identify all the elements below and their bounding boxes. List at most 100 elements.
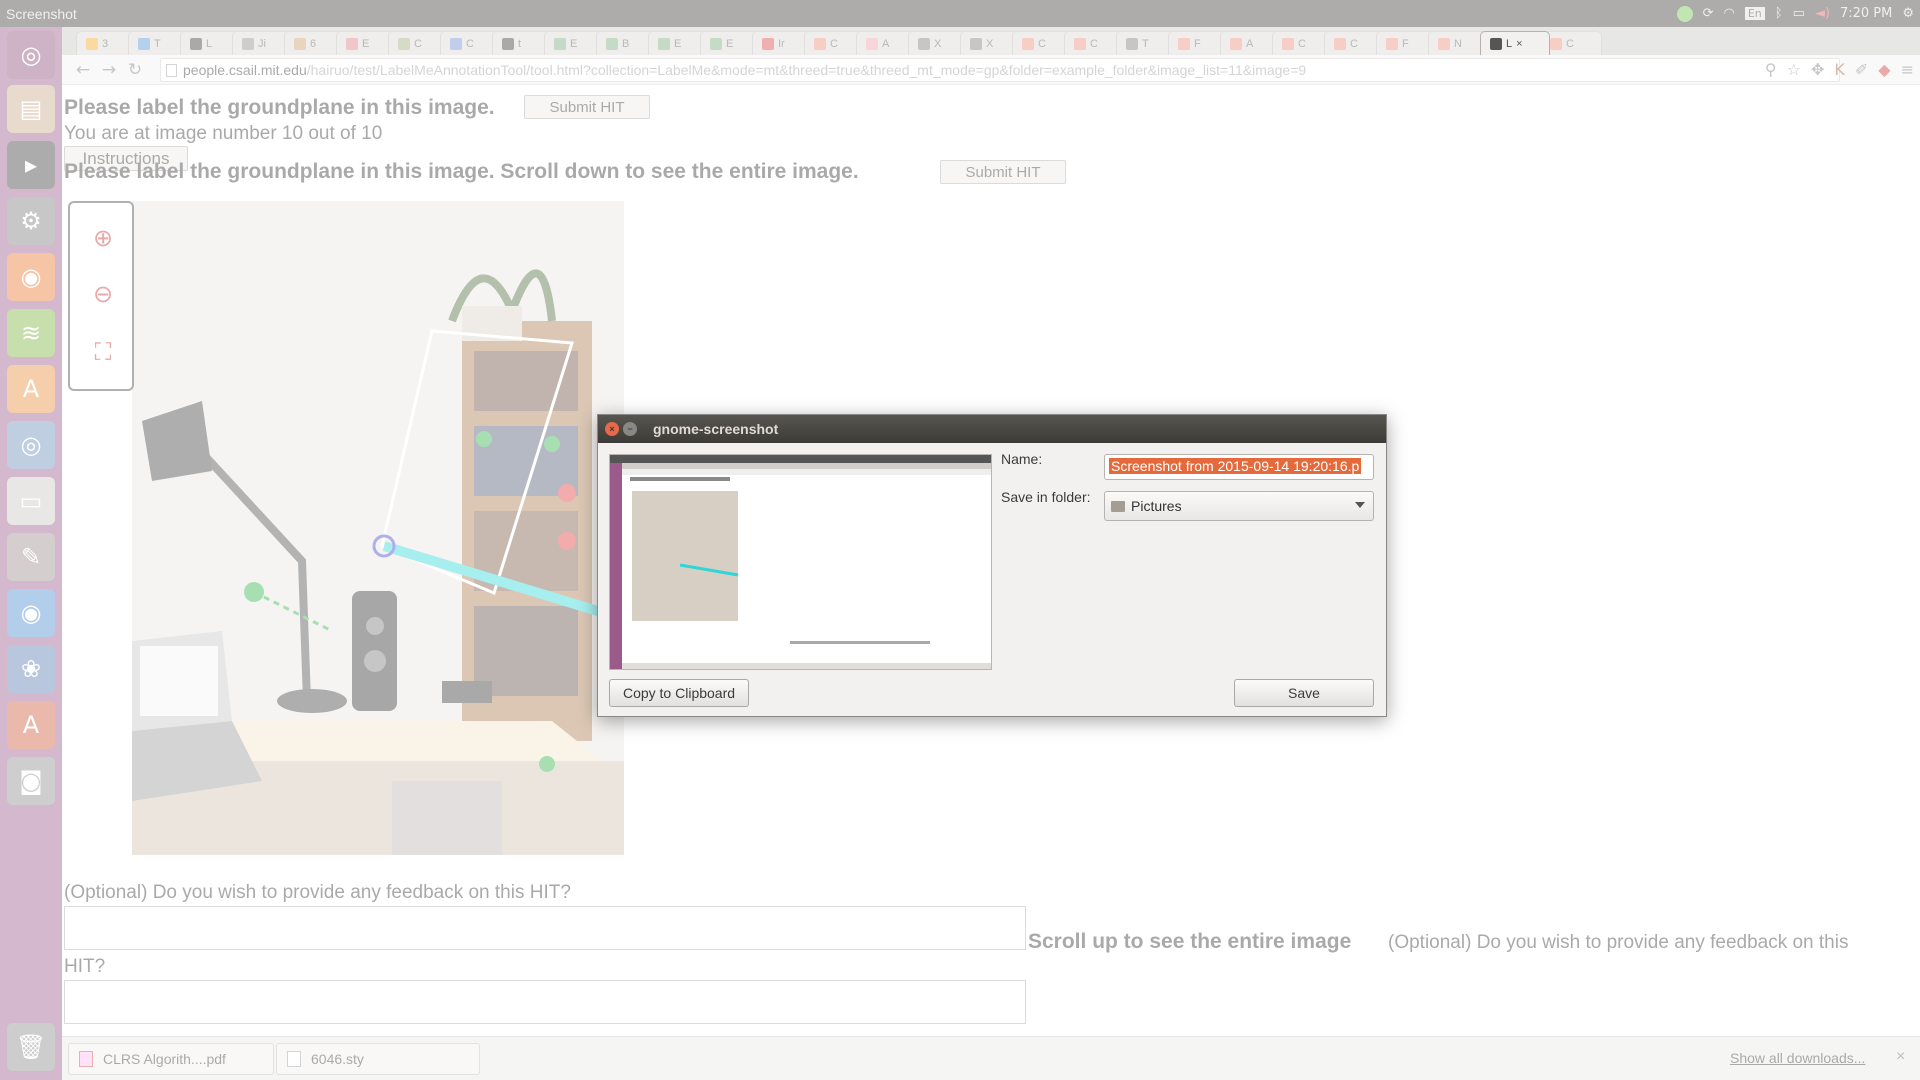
chevron-down-icon: [1355, 502, 1365, 508]
chromium-icon[interactable]: ◎: [7, 421, 55, 469]
tab-favicon-icon: [1074, 37, 1086, 50]
tab-favicon-icon: [86, 37, 98, 50]
fit-image-icon[interactable]: ⛶: [84, 331, 122, 373]
red-handle[interactable]: [558, 532, 576, 550]
annotation-image[interactable]: [132, 201, 624, 855]
tab-label: C: [1090, 37, 1098, 50]
image-counter: You are at image number 10 out of 10: [64, 123, 383, 144]
updater-icon[interactable]: A: [7, 701, 55, 749]
feedback-question: (Optional) Do you wish to provide any fe…: [64, 882, 571, 903]
spotify-launcher-icon[interactable]: ≋: [7, 309, 55, 357]
chrome-icon[interactable]: ◉: [7, 589, 55, 637]
firefox-icon[interactable]: ◉: [7, 253, 55, 301]
zoom-tool-panel: ⊕ ⊖ ⛶: [68, 201, 134, 391]
close-download-bar-icon[interactable]: ×: [1896, 1048, 1905, 1066]
sync-icon[interactable]: ⟳: [1703, 6, 1714, 21]
back-icon[interactable]: ←: [70, 58, 96, 82]
drive-icon[interactable]: ▭: [7, 477, 55, 525]
zoom-out-icon[interactable]: ⊖: [84, 273, 122, 315]
tab-label: B: [622, 37, 630, 50]
trash-icon[interactable]: 🗑: [7, 1023, 55, 1071]
wifi-icon[interactable]: ◠: [1724, 6, 1735, 21]
feedback-question-2-wrap: HIT?: [64, 956, 106, 977]
extension-icon[interactable]: ✥: [1811, 60, 1824, 79]
save-folder-select[interactable]: Pictures: [1104, 491, 1374, 521]
tab-label: 6: [310, 37, 317, 50]
red-handle[interactable]: [558, 484, 576, 502]
settings-gear-icon[interactable]: ⚙: [1902, 6, 1914, 21]
forward-icon[interactable]: →: [96, 58, 122, 82]
submit-hit-button-2[interactable]: Submit HIT: [940, 160, 1066, 184]
system-settings-icon[interactable]: ⚙: [7, 197, 55, 245]
tab-strip: 3 T L Ji 6 E C Ct E B E E Ir C A X X C C T F A C C F N L × C: [62, 27, 1920, 55]
screenshot-preview: [609, 454, 992, 670]
tab-label: T: [154, 37, 161, 50]
tab-label: C: [1298, 37, 1306, 50]
feedback-textarea-2[interactable]: [64, 980, 1026, 1024]
inkscape-icon[interactable]: ✎: [7, 533, 55, 581]
submit-hit-button[interactable]: Submit HIT: [524, 95, 650, 119]
tab-label: X: [986, 37, 994, 50]
save-button[interactable]: Save: [1234, 679, 1374, 707]
clock[interactable]: 7:20 PM: [1840, 6, 1892, 21]
toolbar-extensions: ⚲ ☆ ✥ K ✐ ◆ ≡: [1765, 60, 1914, 79]
tab-label: A: [1246, 37, 1254, 50]
green-handle[interactable]: [544, 436, 560, 452]
tab-favicon-icon: [1126, 37, 1138, 50]
app-title: Screenshot: [6, 5, 77, 22]
bluetooth-icon[interactable]: ᛒ: [1775, 6, 1783, 21]
tab-favicon-icon: [242, 37, 254, 50]
terminal-icon[interactable]: ▸: [7, 141, 55, 189]
address-bar[interactable]: people.csail.mit.edu/hairuo/test/LabelMe…: [160, 58, 1840, 82]
volume-icon[interactable]: ◄): [1815, 6, 1830, 21]
tab-close-icon[interactable]: ×: [1516, 38, 1522, 50]
files-icon[interactable]: ▤: [7, 85, 55, 133]
tab-label: L: [206, 37, 213, 50]
pocket-icon[interactable]: ◆: [1878, 60, 1890, 79]
menu-icon[interactable]: ≡: [1901, 60, 1914, 79]
screenshot-icon[interactable]: ◙: [7, 757, 55, 805]
tab-favicon-icon: [346, 37, 358, 50]
tab-favicon-icon: [710, 37, 722, 50]
keyboard-layout[interactable]: En: [1744, 7, 1765, 20]
green-handle[interactable]: [476, 431, 492, 447]
tab-favicon-icon: [398, 37, 410, 50]
green-handle[interactable]: [539, 756, 555, 772]
battery-icon[interactable]: ▭: [1793, 6, 1805, 21]
close-window-icon[interactable]: ×: [605, 422, 619, 436]
spotify-icon[interactable]: [1676, 5, 1693, 22]
ubuntu-dash-icon[interactable]: ◎: [7, 31, 55, 79]
scroll-up-notice: Scroll up to see the entire image: [1028, 930, 1352, 953]
filename-input[interactable]: Screenshot from 2015-09-14 19:20:16.p: [1104, 454, 1374, 480]
browser-tab[interactable]: L ×: [1480, 31, 1550, 55]
bookmark-star-icon[interactable]: ☆: [1787, 60, 1801, 79]
brush-extension-icon[interactable]: ✐: [1855, 60, 1868, 79]
minimize-window-icon[interactable]: −: [623, 422, 637, 436]
scene-illustration: [132, 201, 624, 855]
tab-favicon-icon: [1386, 37, 1398, 50]
tab-favicon-icon: [762, 37, 774, 50]
tab-label: C: [830, 37, 838, 50]
url-host: people.csail.mit.edu: [183, 62, 307, 78]
page-icon: [166, 64, 177, 77]
dialog-title: gnome-screenshot: [653, 421, 779, 437]
reload-icon[interactable]: ↻: [122, 58, 148, 82]
tab-label: C: [1350, 37, 1358, 50]
filename-value: Screenshot from 2015-09-14 19:20:16.p: [1109, 458, 1362, 474]
tab-favicon-icon: [866, 37, 878, 50]
download-item[interactable]: CLRS Algorith....pdf: [68, 1043, 274, 1075]
software-center-icon[interactable]: A: [7, 365, 55, 413]
tab-label: t: [518, 37, 522, 50]
feedback-textarea[interactable]: [64, 906, 1026, 950]
zoom-in-icon[interactable]: ⊕: [84, 217, 122, 259]
tab-label: E: [674, 37, 682, 50]
tab-label: E: [362, 37, 370, 50]
k-extension-icon[interactable]: K: [1834, 60, 1845, 79]
shotwell-icon[interactable]: ❀: [7, 645, 55, 693]
copy-to-clipboard-button[interactable]: Copy to Clipboard: [609, 679, 749, 707]
launcher: ◎ ▤ ▸ ⚙ ◉ ≋ A ◎ ▭ ✎ ◉ ❀ A ◙ 🗑: [0, 27, 62, 1080]
show-all-downloads-link[interactable]: Show all downloads...: [1730, 1050, 1865, 1066]
zoom-icon[interactable]: ⚲: [1765, 60, 1777, 79]
tab-favicon-icon: [1438, 37, 1450, 50]
download-item[interactable]: 6046.sty: [276, 1043, 480, 1075]
